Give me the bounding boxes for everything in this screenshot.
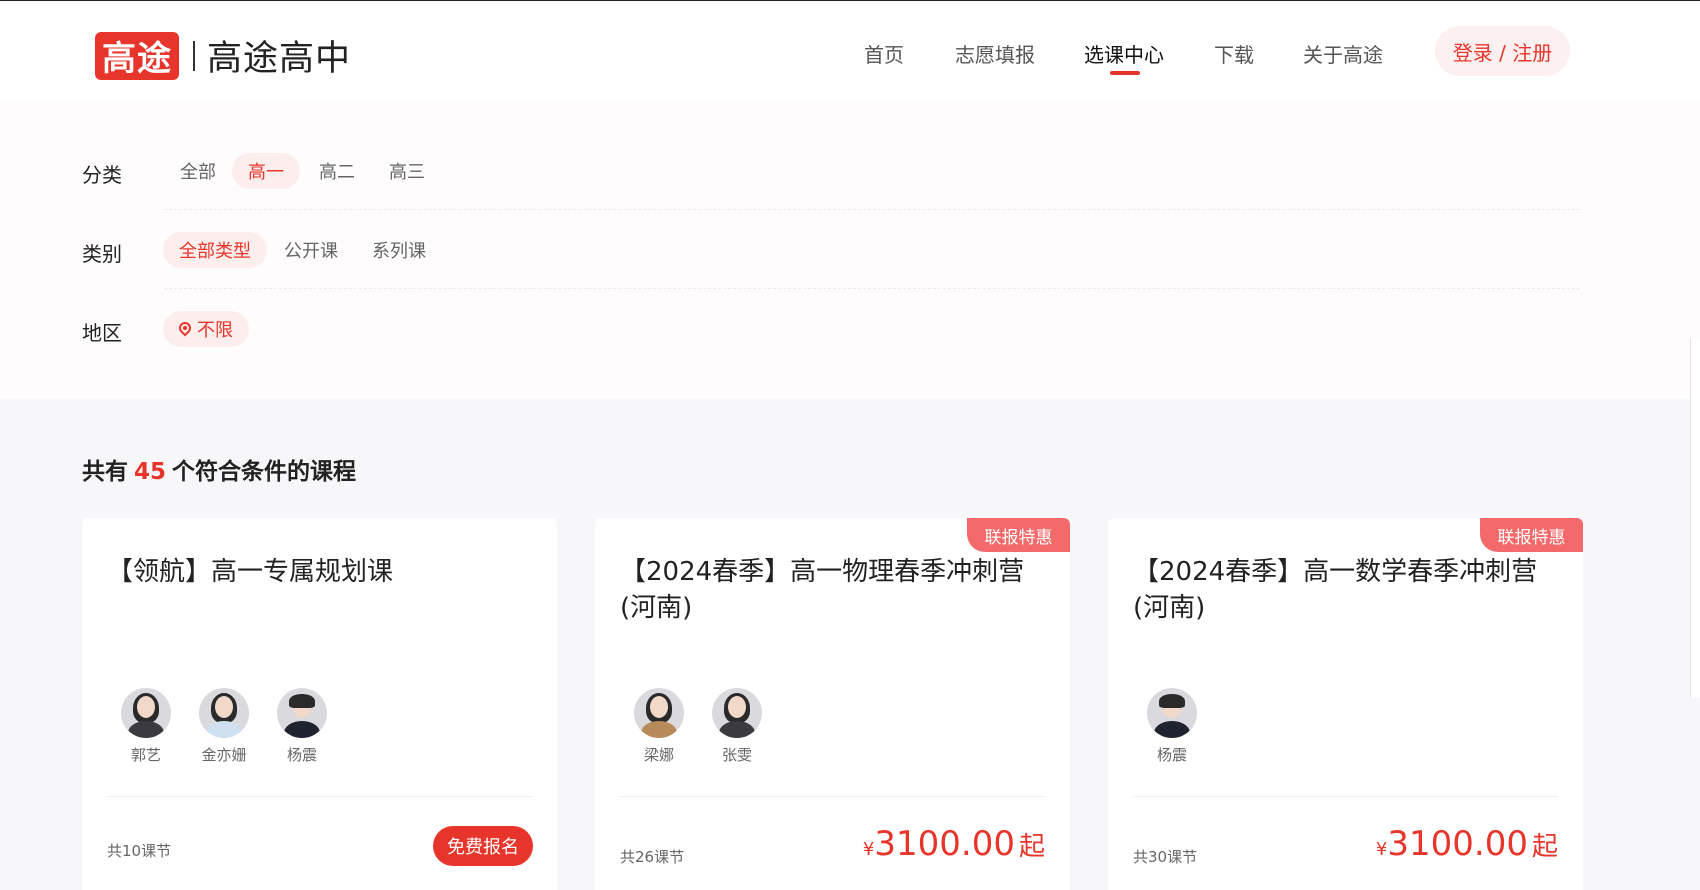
card-divider (1133, 796, 1558, 797)
region-value: 不限 (197, 320, 233, 341)
course-card[interactable]: 联报特惠 【2024春季】高一数学春季冲刺营(河南) 杨震 共30课节 ¥ 31… (1108, 518, 1583, 890)
card-divider (107, 796, 532, 797)
category-chip-grade1[interactable]: 高一 (232, 153, 300, 189)
course-title[interactable]: 【2024春季】高一数学春季冲刺营(河南) (1133, 554, 1558, 626)
promo-badge: 联报特惠 (967, 518, 1070, 552)
nav-download[interactable]: 下载 (1214, 39, 1254, 68)
price-currency: ¥ (862, 839, 875, 860)
type-chip-open[interactable]: 公开课 (268, 232, 354, 268)
avatar (277, 688, 327, 738)
course-title[interactable]: 【领航】高一专属规划课 (107, 554, 532, 590)
login-register-button[interactable]: 登录 / 注册 (1435, 26, 1570, 76)
promo-badge: 联报特惠 (1480, 518, 1583, 552)
category-label: 分类 (82, 163, 122, 187)
region-chip[interactable]: 不限 (163, 311, 249, 347)
filter-panel: 分类 全部 高一 高二 高三 类别 全部类型 公开课 系列课 地区 不限 (0, 101, 1700, 399)
teacher: 杨震 (263, 688, 341, 765)
location-pin-icon (179, 322, 191, 336)
result-prefix: 共有 (82, 459, 128, 485)
course-card[interactable]: 【领航】高一专属规划课 郭艺 金亦姗 杨震 共10课节 免费报名 (82, 518, 557, 890)
top-header: 高途 高途高中 首页 志愿填报 选课中心 下载 关于高途 登录 / 注册 (0, 0, 1700, 101)
price: ¥ 3100.00 起 (863, 824, 1045, 864)
teacher-name: 杨震 (286, 746, 317, 764)
region-label: 地区 (82, 321, 122, 345)
price-currency: ¥ (1375, 839, 1388, 860)
card-divider (620, 796, 1045, 797)
avatar (121, 688, 171, 738)
lesson-count: 共26课节 (620, 848, 685, 866)
avatar (1147, 688, 1197, 738)
teacher-list: 梁娜 张雯 (620, 688, 776, 765)
nav-home[interactable]: 首页 (864, 39, 904, 68)
type-chip-all[interactable]: 全部类型 (163, 232, 267, 268)
course-title[interactable]: 【2024春季】高一物理春季冲刺营(河南) (620, 554, 1045, 626)
teacher-name: 张雯 (721, 746, 752, 764)
nav-about[interactable]: 关于高途 (1303, 39, 1383, 68)
category-chip-grade3[interactable]: 高三 (373, 153, 441, 189)
side-panel-edge (1690, 338, 1700, 698)
avatar (199, 688, 249, 738)
course-card[interactable]: 联报特惠 【2024春季】高一物理春季冲刺营(河南) 梁娜 张雯 共26课节 ¥… (595, 518, 1070, 890)
avatar (712, 688, 762, 738)
price-amount: 3100.00 (874, 824, 1015, 864)
teacher: 杨震 (1133, 688, 1211, 765)
filter-divider (164, 209, 1580, 210)
result-suffix: 个符合条件的课程 (172, 459, 357, 485)
avatar (634, 688, 684, 738)
price: ¥ 3100.00 起 (1376, 824, 1558, 864)
result-count: 共有 45 个符合条件的课程 (82, 452, 356, 486)
teacher: 张雯 (698, 688, 776, 765)
price-suffix: 起 (1531, 832, 1558, 862)
teacher: 郭艺 (107, 688, 185, 765)
teacher-name: 杨震 (1156, 746, 1187, 764)
lesson-count: 共10课节 (107, 842, 172, 860)
teacher-name: 金亦姗 (201, 746, 247, 764)
price-amount: 3100.00 (1387, 824, 1528, 864)
teacher-name: 梁娜 (643, 746, 674, 764)
active-nav-indicator (1110, 71, 1140, 75)
result-number: 45 (134, 459, 167, 485)
teacher-list: 杨震 (1133, 688, 1211, 765)
teacher-name: 郭艺 (130, 746, 161, 764)
category-chip-grade2[interactable]: 高二 (303, 153, 371, 189)
type-label: 类别 (82, 242, 122, 266)
teacher: 梁娜 (620, 688, 698, 765)
price-suffix: 起 (1018, 832, 1045, 862)
lesson-count: 共30课节 (1133, 848, 1198, 866)
teacher: 金亦姗 (185, 688, 263, 765)
filter-divider (164, 288, 1580, 289)
nav-volunteer[interactable]: 志愿填报 (955, 39, 1035, 68)
free-register-button[interactable]: 免费报名 (433, 826, 533, 866)
teacher-list: 郭艺 金亦姗 杨震 (107, 688, 341, 765)
category-chip-all[interactable]: 全部 (164, 153, 232, 189)
nav-course-center[interactable]: 选课中心 (1084, 39, 1164, 68)
type-chip-series[interactable]: 系列课 (356, 232, 442, 268)
